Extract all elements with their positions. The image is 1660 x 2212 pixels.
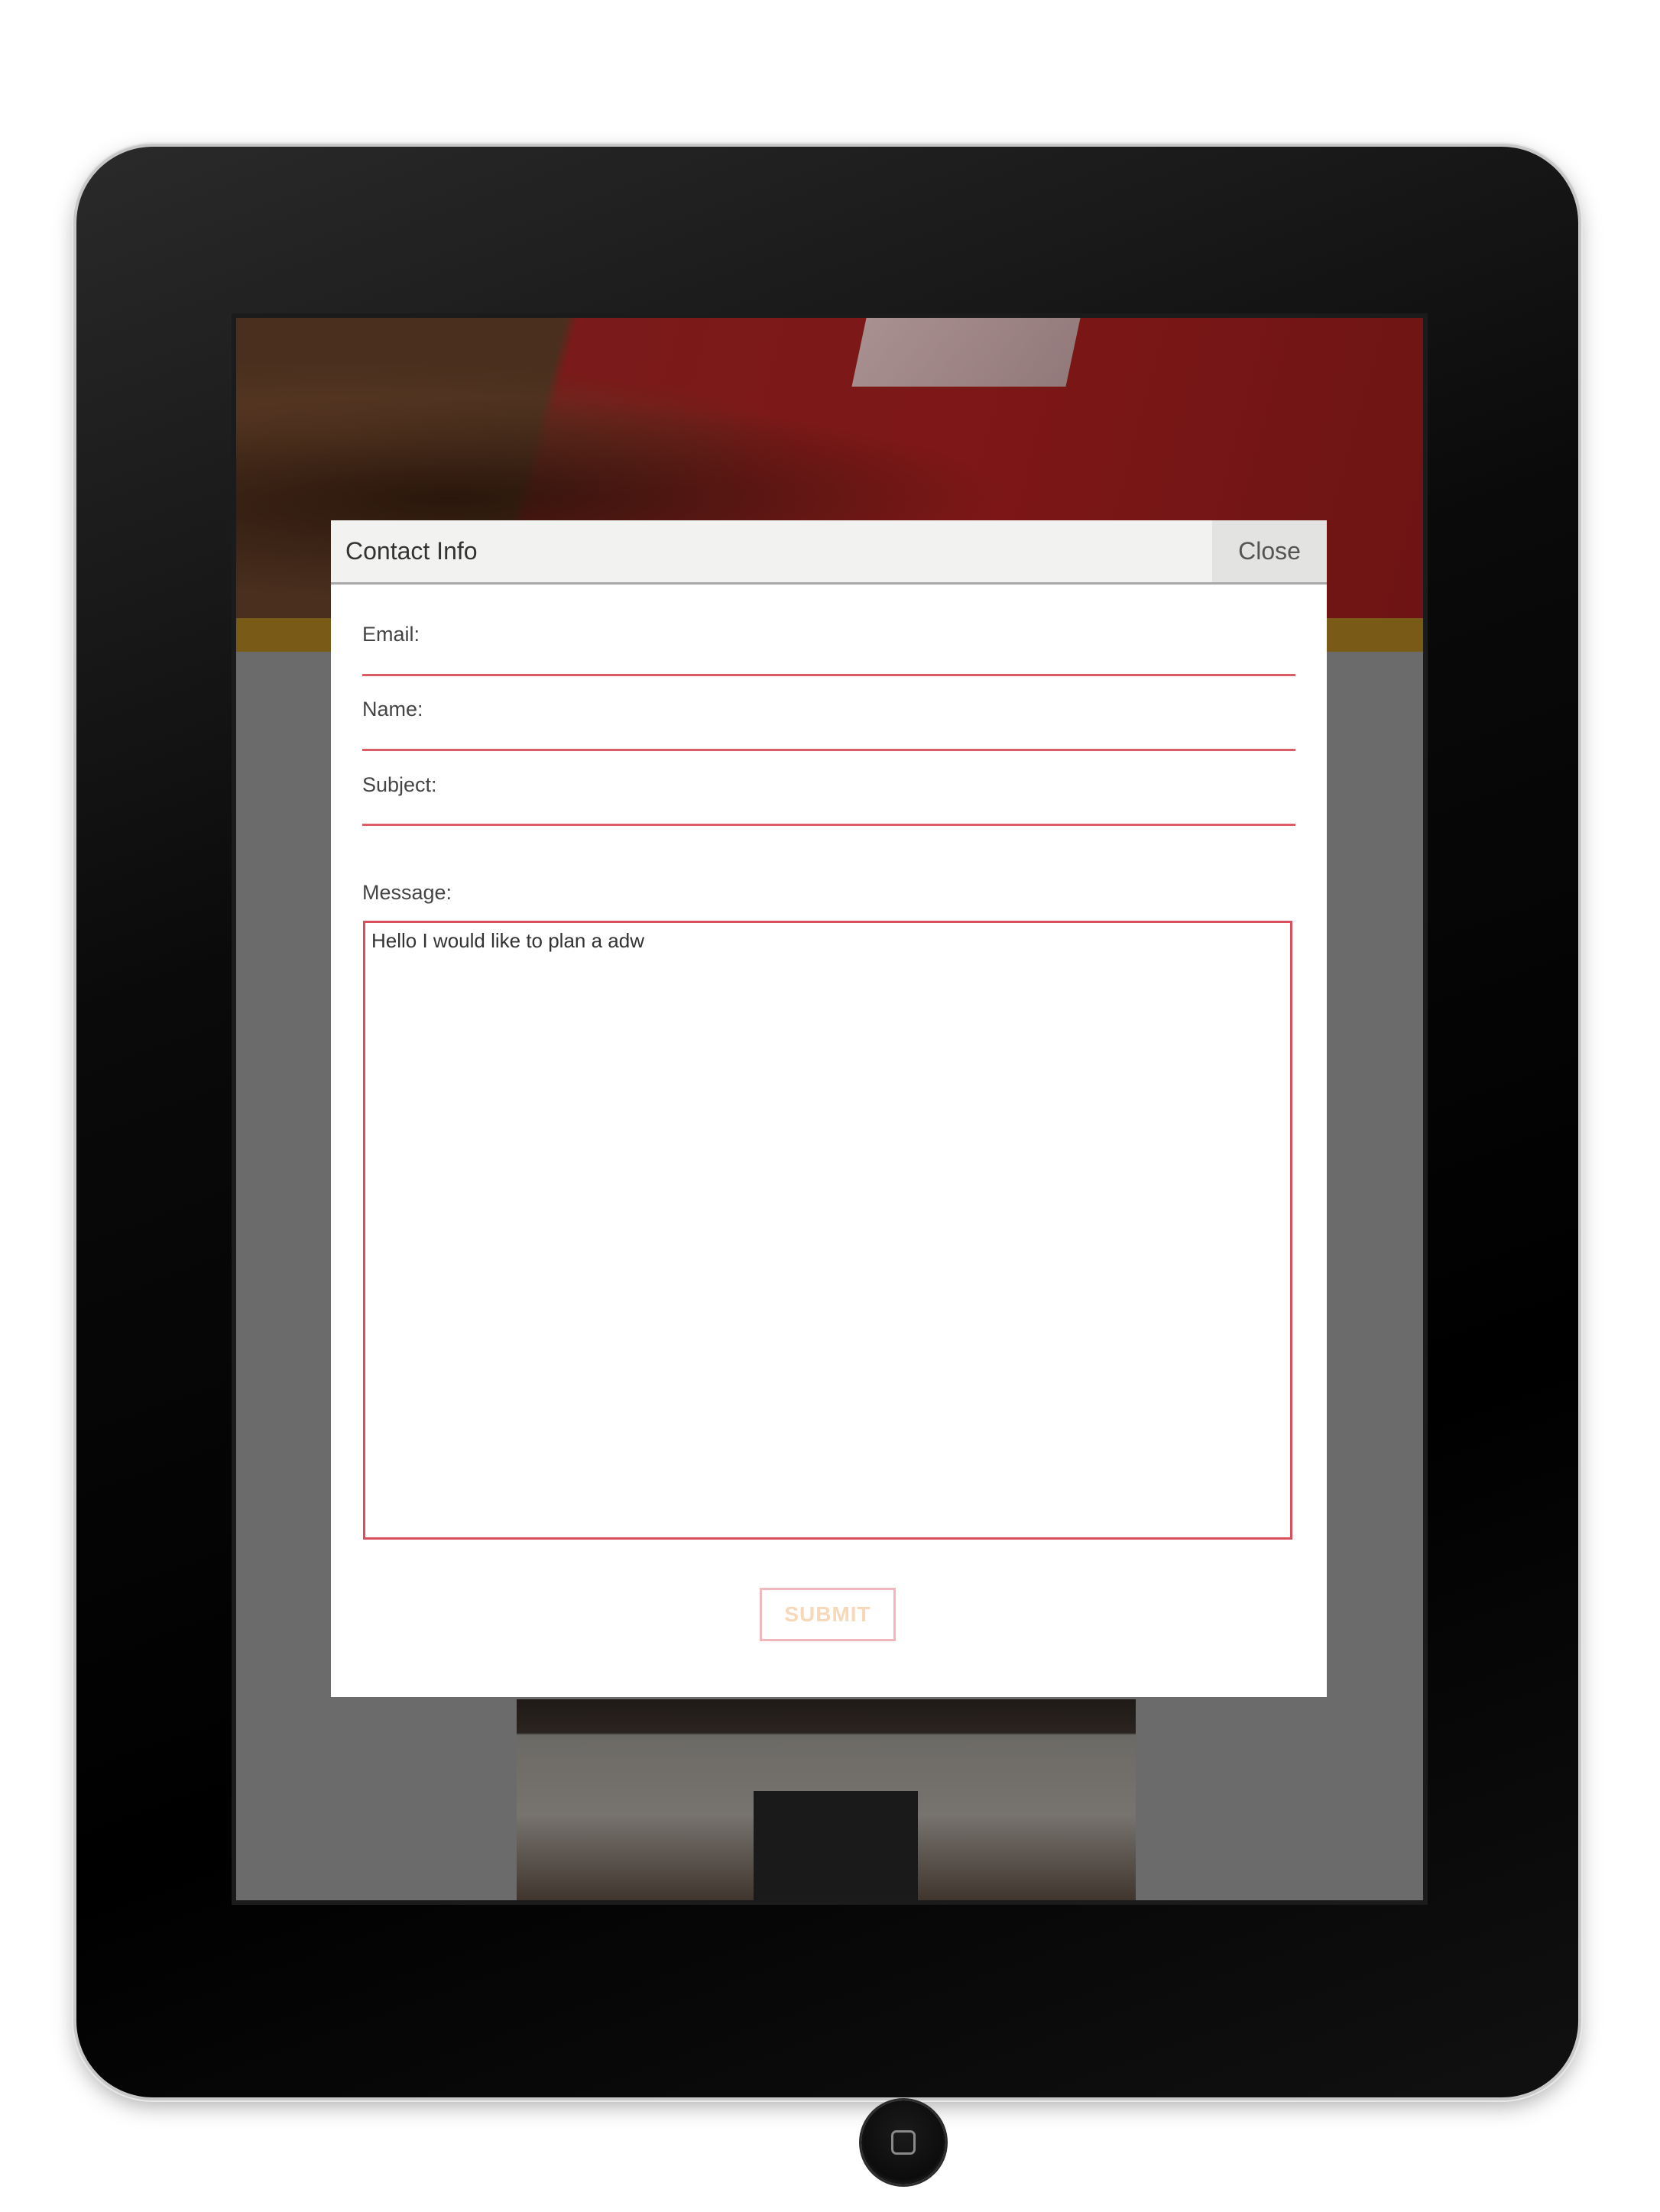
close-button[interactable]: Close [1212,520,1327,582]
submit-button[interactable]: SUBMIT [760,1588,896,1641]
name-field[interactable] [362,717,1295,751]
subject-field[interactable] [362,792,1295,826]
gallery-photo-detail [754,1791,918,1900]
home-button[interactable] [861,2100,945,2184]
home-button-icon [891,2130,916,2155]
modal-title: Contact Info [345,537,478,565]
gallery-photo [517,1699,1136,1900]
message-textarea[interactable]: Hello I would like to plan a adw [363,921,1292,1540]
modal-header: Contact Info Close [331,520,1327,585]
message-label: Message: [362,881,452,904]
contact-modal: Contact Info Close Email: Name: Subject:… [331,520,1327,1697]
email-field[interactable] [362,642,1295,676]
background-photo-plate [851,318,1081,387]
